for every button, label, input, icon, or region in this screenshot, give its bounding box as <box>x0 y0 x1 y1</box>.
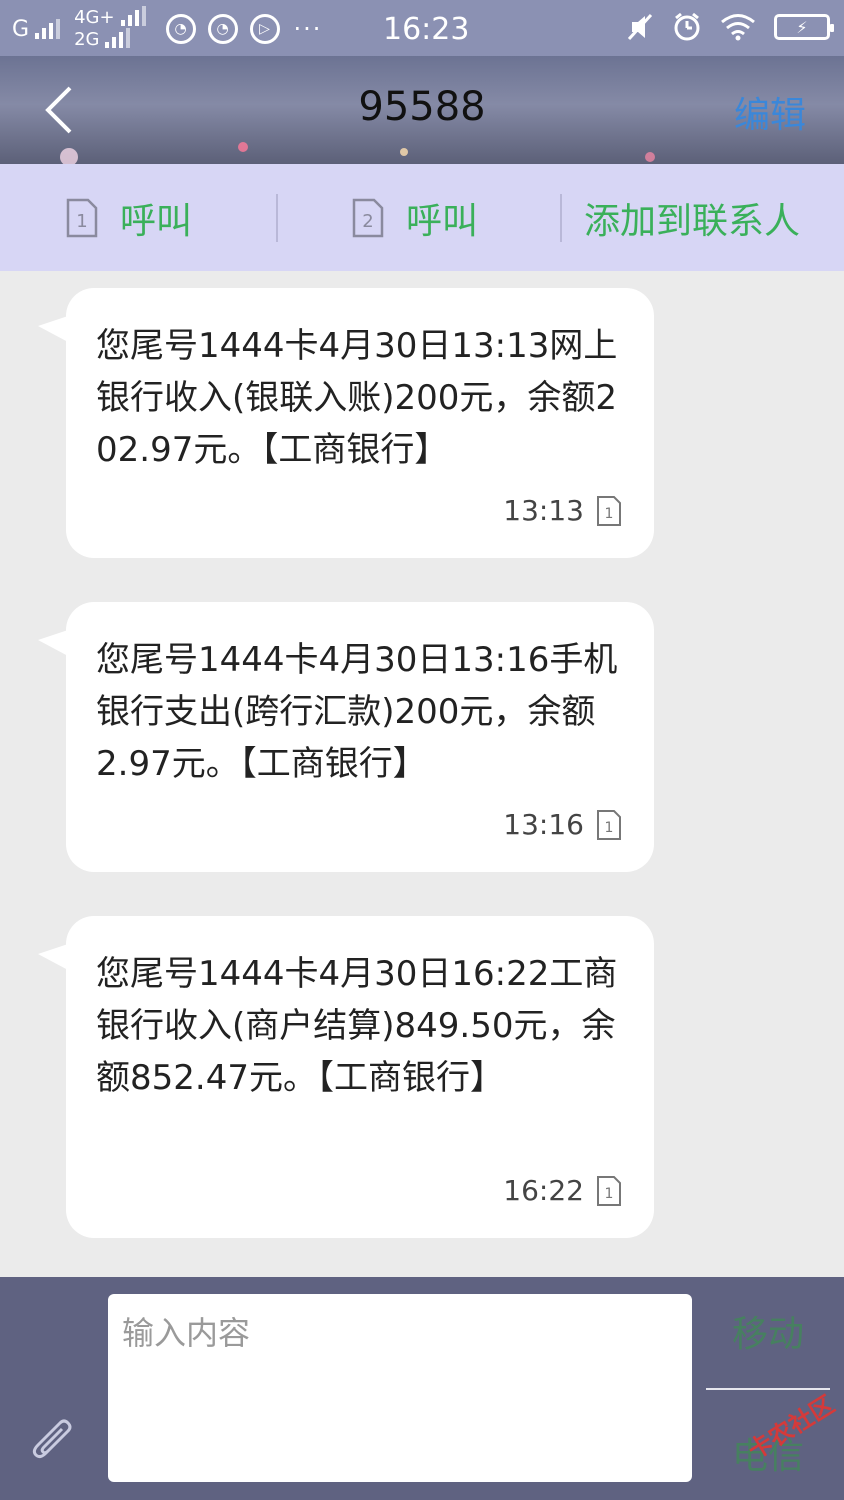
bokeh-light <box>400 148 408 156</box>
signal-icon-bottom <box>105 28 131 48</box>
more-notifications-icon: ··· <box>293 15 323 43</box>
action-bar: 1 呼叫 2 呼叫 添加到联系人 <box>0 164 844 271</box>
send-divider <box>706 1388 830 1390</box>
message-meta: 13:13 1 <box>503 494 622 527</box>
message-text: 您尾号1444卡4月30日13:13网上银行收入(银联入账)200元，余额202… <box>96 326 618 470</box>
battery-icon: ⚡ <box>774 14 834 40</box>
message-time: 13:13 <box>503 494 584 527</box>
status-right: ⚡ <box>626 12 834 42</box>
svg-text:1: 1 <box>605 506 614 522</box>
signal-icon-top <box>120 6 146 26</box>
signal-icon <box>35 19 61 39</box>
conversation-header: 95588 编辑 <box>0 56 844 164</box>
message-input[interactable] <box>108 1294 692 1482</box>
call-sim1-label: 呼叫 <box>120 200 193 242</box>
action-divider <box>276 194 278 242</box>
sim-1-icon: 1 <box>597 809 621 840</box>
message-bubble[interactable]: 您尾号1444卡4月30日13:16手机银行支出(跨行汇款)200元，余额2.9… <box>38 602 654 872</box>
sim-2-icon: 2 <box>352 198 384 237</box>
network-type-1: G <box>12 16 30 42</box>
dual-network-indicator: 4G+ 2G <box>74 6 146 51</box>
bokeh-light <box>238 142 248 152</box>
svg-text:1: 1 <box>605 820 614 836</box>
call-sim1-button[interactable]: 1 呼叫 <box>66 164 192 271</box>
message-bubble[interactable]: 您尾号1444卡4月30日13:13网上银行收入(银联入账)200元，余额202… <box>38 288 654 558</box>
svg-text:1: 1 <box>76 211 87 232</box>
status-time: 16:23 <box>383 12 470 47</box>
message-text: 您尾号1444卡4月30日13:16手机银行支出(跨行汇款)200元，余额2.9… <box>96 640 618 784</box>
svg-text:2: 2 <box>362 211 373 232</box>
call-sim2-button[interactable]: 2 呼叫 <box>352 164 478 271</box>
message-meta: 16:22 1 <box>503 1174 622 1207</box>
mute-icon <box>627 13 653 41</box>
action-divider <box>560 194 562 242</box>
composer-bar: 移动 电信 <box>0 1277 844 1500</box>
attachment-icon[interactable] <box>28 1417 80 1469</box>
bokeh-light <box>60 148 78 164</box>
status-bar: G 4G+ 2G ◔ ◔ ▷ ··· 16:23 ⚡ <box>0 0 844 56</box>
message-time: 16:22 <box>503 1174 584 1207</box>
app-notification-icon-2: ◔ <box>207 14 238 44</box>
message-time: 13:16 <box>503 808 584 841</box>
message-bubble[interactable]: 您尾号1444卡4月30日16:22工商银行收入(商户结算)849.50元，余额… <box>38 916 654 1238</box>
status-left: G 4G+ 2G ◔ ◔ ▷ ··· <box>12 6 322 52</box>
app-notification-icon: ◔ <box>165 14 196 44</box>
call-sim2-label: 呼叫 <box>406 200 479 242</box>
network-type-2-top: 4G+ <box>74 7 115 28</box>
alarm-icon <box>674 12 700 41</box>
network-type-2-bottom: 2G <box>74 29 100 50</box>
edit-button[interactable]: 编辑 <box>734 86 806 138</box>
sim-1-icon: 1 <box>597 495 621 526</box>
bokeh-light <box>645 152 655 162</box>
charging-icon: ⚡ <box>796 17 808 37</box>
sim-1-icon: 1 <box>597 1175 621 1206</box>
add-to-contacts-button[interactable]: 添加到联系人 <box>584 164 800 271</box>
add-to-contacts-label: 添加到联系人 <box>584 200 801 242</box>
message-meta: 13:16 1 <box>503 808 622 841</box>
wifi-icon <box>721 14 755 41</box>
sim-1-icon: 1 <box>66 198 98 237</box>
message-text: 您尾号1444卡4月30日16:22工商银行收入(商户结算)849.50元，余额… <box>96 954 618 1098</box>
play-notification-icon: ▷ <box>249 14 280 44</box>
send-sim1-button[interactable]: 移动 <box>706 1305 830 1357</box>
contact-title: 95588 <box>358 84 486 130</box>
svg-text:1: 1 <box>605 1186 614 1202</box>
